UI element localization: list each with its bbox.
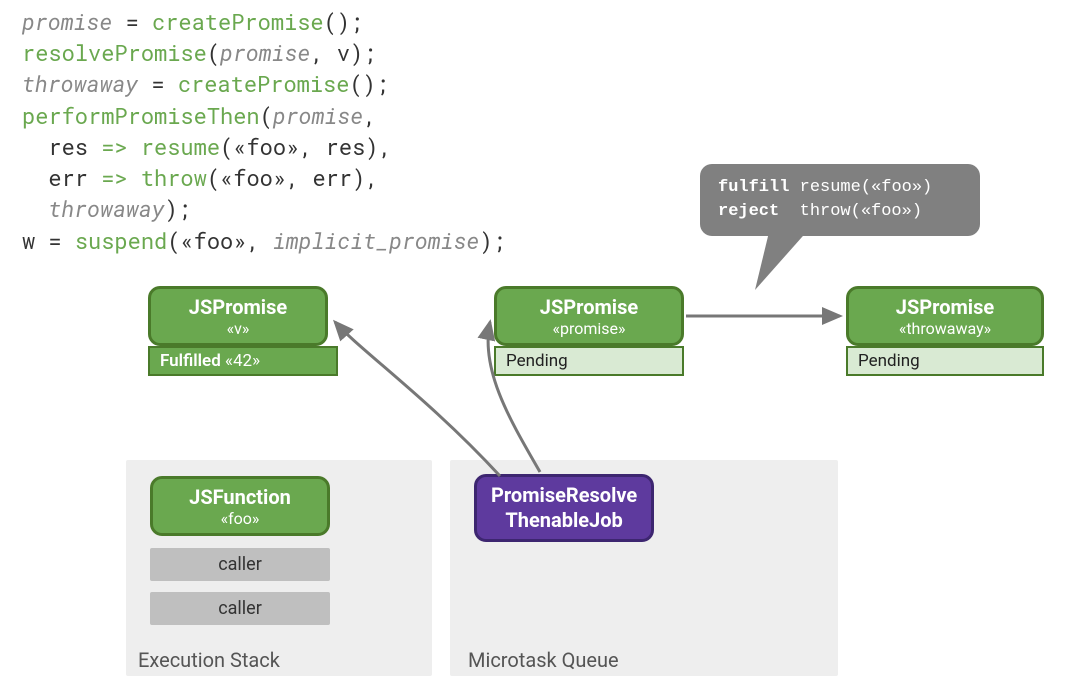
jspromise-v-sub: «v» [151, 319, 325, 344]
speech-bubble: fulfill resume(«foo») reject throw(«foo»… [700, 164, 980, 236]
jspromise-throwaway-status: Pending [846, 346, 1044, 376]
execution-stack-label: Execution Stack [138, 648, 280, 672]
speech-tail [755, 228, 810, 290]
jspromise-promise-title: JSPromise [497, 289, 681, 319]
jspromise-promise-box: JSPromise «promise» [494, 286, 684, 346]
purple-line-2: ThenableJob [491, 508, 637, 533]
jsfunction-box: JSFunction «foo» [150, 476, 330, 536]
jspromise-v-box: JSPromise «v» [148, 286, 328, 346]
code-line-3: throwaway = createPromise(); [22, 68, 506, 99]
speech-line-2: reject throw(«foo») [718, 200, 962, 224]
jspromise-throwaway-title: JSPromise [849, 289, 1041, 319]
code-line-8: w = suspend(«foo», implicit_promise); [22, 225, 506, 256]
purple-line-1: PromiseResolve [491, 483, 637, 508]
code-line-6: err => throw(«foo», err), [22, 162, 506, 193]
jspromise-promise-status: Pending [494, 346, 684, 376]
jspromise-v-title: JSPromise [151, 289, 325, 319]
jspromise-throwaway-sub: «throwaway» [849, 319, 1041, 344]
speech-line-1: fulfill resume(«foo») [718, 176, 962, 200]
jspromise-throwaway-box: JSPromise «throwaway» [846, 286, 1044, 346]
jsfunction-title: JSFunction [153, 479, 327, 509]
promise-resolve-thenable-job-box: PromiseResolve ThenableJob [474, 474, 654, 542]
caller-box-2: caller [150, 592, 330, 625]
code-line-2: resolvePromise(promise, v); [22, 37, 506, 68]
arrow-purple-to-v [335, 322, 500, 476]
code-line-4: performPromiseThen(promise, [22, 100, 506, 131]
status-fulfilled-value: «42» [225, 351, 260, 371]
jspromise-promise-sub: «promise» [497, 319, 681, 344]
code-line-7: throwaway); [22, 193, 506, 224]
microtask-queue-label: Microtask Queue [468, 648, 619, 672]
code-block: promise = createPromise(); resolvePromis… [22, 6, 506, 256]
code-line-5: res => resume(«foo», res), [22, 131, 506, 162]
jsfunction-sub: «foo» [153, 509, 327, 534]
caller-box-1: caller [150, 548, 330, 581]
code-var: promise [22, 7, 112, 36]
code-line-1: promise = createPromise(); [22, 6, 506, 37]
jspromise-v-status: Fulfilled «42» [148, 346, 338, 376]
status-fulfilled-label: Fulfilled [160, 351, 221, 371]
